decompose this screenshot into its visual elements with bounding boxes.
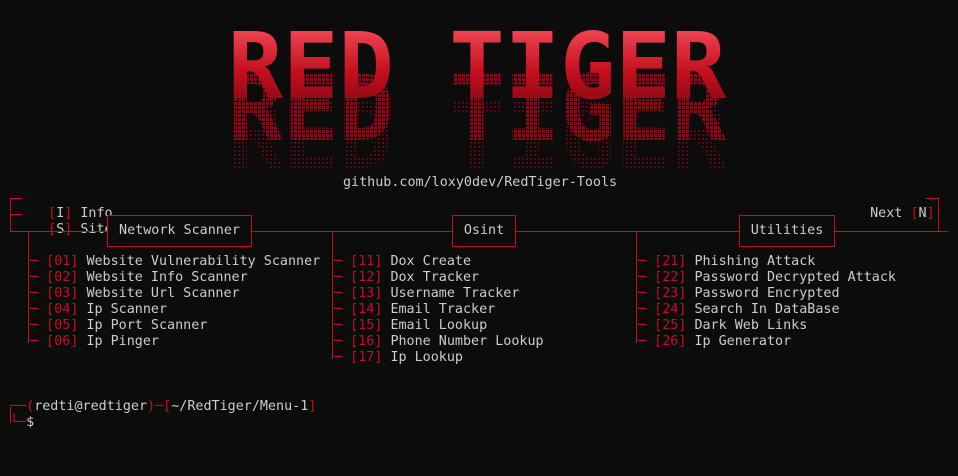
- menu-item[interactable]: ─ [16] Phone Number Lookup: [334, 334, 544, 350]
- menu-item[interactable]: ─ [24] Search In DataBase: [638, 302, 840, 318]
- menu-item[interactable]: ─ [22] Password Decrypted Attack: [638, 270, 896, 286]
- github-url[interactable]: github.com/loxy0dev/RedTiger-Tools: [343, 175, 617, 191]
- menu-item[interactable]: ─ [26] Ip Generator: [638, 334, 791, 350]
- section-utilities: Utilities: [739, 215, 835, 247]
- section-osint: Osint: [452, 215, 516, 247]
- tree-connector: [10, 214, 22, 215]
- shell-prompt-line: ──(redti@redtiger)─[~/RedTiger/Menu-1]: [10, 399, 317, 414]
- menu-item[interactable]: ─ [13] Username Tracker: [334, 286, 519, 302]
- option-next[interactable]: Next [N]: [854, 190, 935, 222]
- menu-item[interactable]: ─ [11] Dox Create: [334, 254, 471, 270]
- menu-item[interactable]: ─ [06] Ip Pinger: [30, 334, 159, 350]
- menu-item[interactable]: ─ [25] Dark Web Links: [638, 318, 807, 334]
- tree-connector: [28, 231, 29, 343]
- logo-main-text: RED TIGER: [228, 13, 727, 120]
- menu-item[interactable]: ─ [04] Ip Scanner: [30, 302, 167, 318]
- menu-item[interactable]: ─ [01] Website Vulnerability Scanner: [30, 254, 320, 270]
- menu-item[interactable]: ─ [14] Email Tracker: [334, 302, 495, 318]
- menu-item[interactable]: ─ [21] Phishing Attack: [638, 254, 815, 270]
- menu-item[interactable]: ─ [17] Ip Lookup: [334, 350, 463, 366]
- option-site[interactable]: [S] Site: [32, 206, 113, 238]
- menu-item[interactable]: ─ [02] Website Info Scanner: [30, 270, 248, 286]
- red-tiger-logo: RED TIGER RED TIGER RED TIGER: [228, 13, 727, 175]
- tree-connector: [636, 231, 637, 343]
- tree-connector: [10, 198, 22, 199]
- tree-connector: [926, 198, 938, 199]
- shell-input-line[interactable]: └─$: [10, 415, 34, 431]
- tree-connector: [938, 198, 939, 231]
- tree-connector: [332, 231, 333, 359]
- menu-item[interactable]: ─ [23] Password Encrypted: [638, 286, 840, 302]
- menu-item[interactable]: ─ [03] Website Url Scanner: [30, 286, 240, 302]
- menu-item[interactable]: ─ [12] Dox Tracker: [334, 270, 479, 286]
- menu-item[interactable]: ─ [15] Email Lookup: [334, 318, 487, 334]
- menu-item[interactable]: ─ [05] Ip Port Scanner: [30, 318, 207, 334]
- section-network-scanner: Network Scanner: [107, 215, 252, 247]
